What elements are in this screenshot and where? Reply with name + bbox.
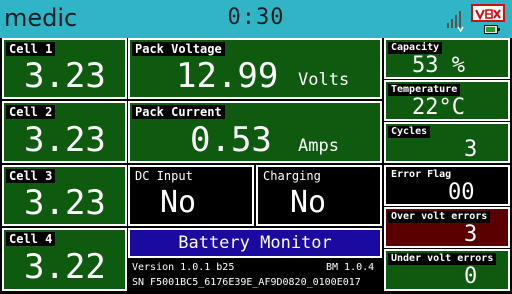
battery-icon [484,25,500,34]
status-bar: medic 0:30 [0,0,512,38]
pack-voltage-panel: Pack Voltage 12.99 Volts [128,38,382,99]
pack-voltage-unit: Volts [298,70,350,90]
over-volt-panel: Over volt errors 3 [384,207,510,248]
charging-panel: Charging No [256,165,382,226]
cell-4-label: Cell 4 [6,232,56,246]
cycles-value: 3 [464,137,478,162]
cell-3-label: Cell 3 [6,169,56,183]
signal-strength-icon [447,11,464,32]
error-flag-label: Error Flag [388,169,455,181]
battery-monitor-title: Battery Monitor [128,228,382,258]
cell-3-panel: Cell 3 3.23 [2,165,127,226]
bm-version-text: BM 1.0.4 [326,262,375,273]
temperature-value: 22°C [412,95,465,120]
cell-4-value: 3.22 [24,247,106,287]
pack-current-label: Pack Current [132,105,225,119]
cell-1-label: Cell 1 [6,42,56,56]
over-volt-value: 3 [464,222,478,247]
pack-voltage-value: 12.99 [176,56,279,96]
cell-2-panel: Cell 2 3.23 [2,101,127,163]
dc-input-panel: DC Input No [128,165,254,226]
pack-current-value: 0.53 [190,120,272,160]
version-text: Version 1.0.1 b25 [132,262,235,273]
cell-2-value: 3.23 [24,120,106,160]
capacity-value: 53 % [412,53,465,78]
pack-current-unit: Amps [298,136,339,156]
under-volt-label: Under volt errors [388,253,497,265]
run-timer: 0:30 [227,5,285,30]
pack-current-panel: Pack Current 0.53 Amps [128,101,382,163]
error-flag-panel: Error Flag 00 [384,165,510,206]
serial-number: SN F5001BC5_6176E39E_AF9D0820_0100E017 [132,277,361,288]
cell-4-panel: Cell 4 3.22 [2,228,127,291]
charging-label: Charging [260,169,324,183]
capacity-panel: Capacity 53 % [384,38,510,79]
dc-input-value: No [160,185,197,220]
cell-3-value: 3.23 [24,183,106,223]
under-volt-panel: Under volt errors 0 [384,249,510,291]
vex-logo [471,4,505,22]
error-flag-value: 00 [448,180,475,205]
cell-1-panel: Cell 1 3.23 [2,38,127,99]
cell-2-label: Cell 2 [6,105,56,119]
cell-1-value: 3.23 [24,56,106,96]
under-volt-value: 0 [464,264,478,289]
dc-input-label: DC Input [132,169,196,183]
temperature-panel: Temperature 22°C [384,80,510,121]
cycles-label: Cycles [388,126,431,138]
cycles-panel: Cycles 3 [384,122,510,163]
charging-value: No [290,185,327,220]
pack-voltage-label: Pack Voltage [132,42,225,56]
